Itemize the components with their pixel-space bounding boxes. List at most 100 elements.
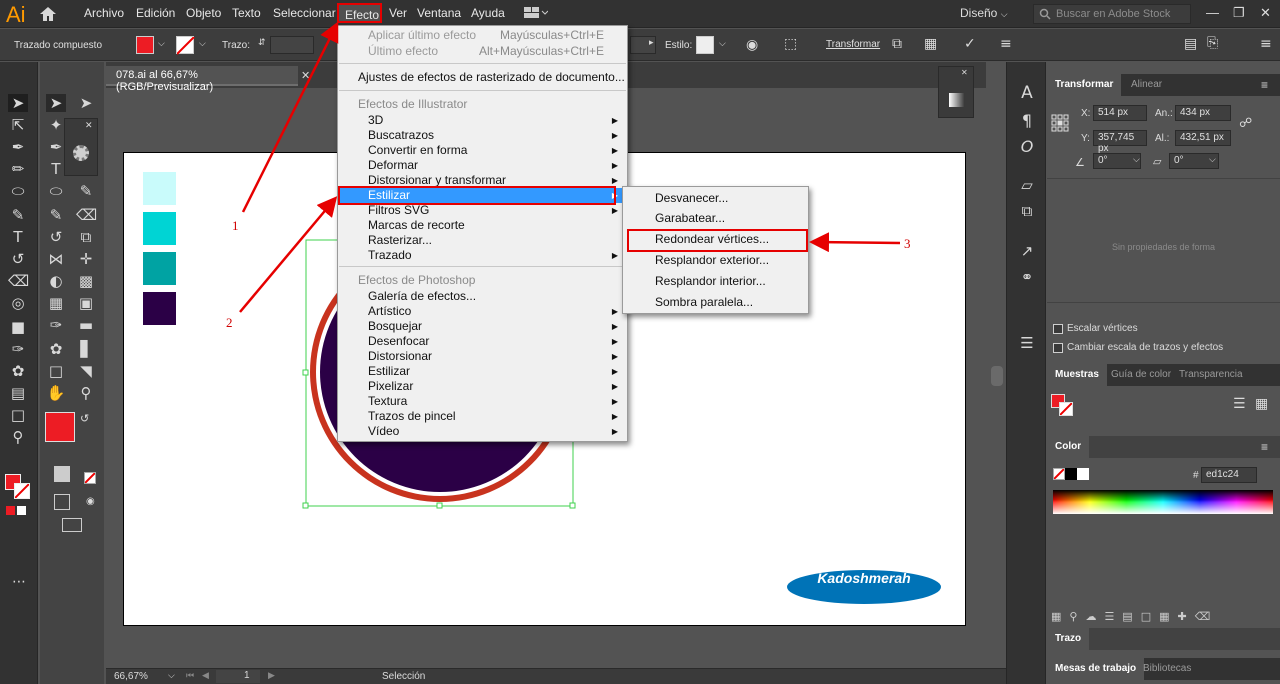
- submenu-item-garabatear[interactable]: Garabatear...: [624, 208, 807, 228]
- menu-item-artistico[interactable]: Artístico ▶: [339, 304, 626, 319]
- artboard-tool-icon[interactable]: □: [46, 362, 66, 380]
- tab-transparencia[interactable]: Transparencia: [1171, 364, 1251, 386]
- gradient-icon[interactable]: ■: [8, 318, 28, 336]
- chevron-right-icon[interactable]: ▸: [649, 38, 654, 48]
- chevron-down-icon[interactable]: ⌵: [199, 39, 206, 49]
- menu-item-estilizar-ps[interactable]: Estilizar ▶: [339, 364, 626, 379]
- menu-item-galeria[interactable]: Galería de efectos...: [339, 289, 626, 304]
- measure-icon[interactable]: ▬: [76, 316, 96, 334]
- blend-icon[interactable]: ▤: [8, 384, 28, 402]
- stroke-weight-field[interactable]: [270, 36, 314, 54]
- menu-texto[interactable]: Texto: [232, 6, 261, 20]
- w-field[interactable]: 434 px: [1175, 105, 1231, 121]
- cc-libraries-icon[interactable]: ⚭: [1017, 268, 1037, 286]
- ellipse-icon[interactable]: ⬭: [46, 182, 66, 200]
- menu-item-3d[interactable]: 3D ▶: [339, 113, 626, 128]
- menu-item-pixelizar[interactable]: Pixelizar ▶: [339, 379, 626, 394]
- eyedropper-icon[interactable]: ✑: [46, 316, 66, 334]
- chevron-down-icon[interactable]: ⌵: [1209, 155, 1216, 165]
- selection-tool-icon[interactable]: ➤: [46, 94, 66, 112]
- home-icon[interactable]: [38, 5, 58, 23]
- type-icon[interactable]: T: [46, 160, 66, 178]
- gradient-panel-icon[interactable]: [949, 93, 965, 107]
- mesh-icon[interactable]: ▦: [46, 294, 66, 312]
- rotate-icon[interactable]: ↺: [8, 250, 28, 268]
- tab-alinear[interactable]: Alinear: [1123, 74, 1170, 96]
- color-panel-title[interactable]: Color: [1047, 436, 1090, 458]
- x-field[interactable]: 514 px: [1093, 105, 1147, 121]
- first-page-icon[interactable]: ⏮: [186, 670, 194, 681]
- menu-item-deformar[interactable]: Deformar ▶: [339, 158, 626, 173]
- shape-builder-icon[interactable]: ◎: [8, 294, 28, 312]
- opentype-icon[interactable]: O: [1017, 138, 1037, 156]
- menu-item-trazos-pincel[interactable]: Trazos de pincel ▶: [339, 409, 626, 424]
- menu-archivo[interactable]: Archivo: [84, 6, 124, 20]
- align-icon[interactable]: ⬚: [784, 36, 797, 52]
- symbol-sprayer-icon[interactable]: ✿: [8, 362, 28, 380]
- submenu-item-desvanecer[interactable]: Desvanecer...: [624, 188, 807, 208]
- isolate-icon[interactable]: ⧉: [892, 36, 902, 52]
- fill-color-swatch[interactable]: [136, 36, 154, 54]
- zoom-icon[interactable]: ⚲: [8, 428, 28, 446]
- stroke-panel-title[interactable]: Trazo: [1047, 628, 1090, 650]
- menu-efecto[interactable]: Efecto: [337, 3, 382, 23]
- menu-ayuda[interactable]: Ayuda: [471, 6, 505, 20]
- magic-wand-icon[interactable]: ✦: [46, 116, 66, 134]
- screen-mode-icon[interactable]: ◉: [86, 496, 95, 507]
- menu-item-desenfocar[interactable]: Desenfocar ▶: [339, 334, 626, 349]
- next-page-icon[interactable]: ▶: [268, 670, 275, 681]
- artboard-icon[interactable]: ▦: [924, 36, 937, 52]
- stroke-color-swatch[interactable]: [176, 36, 195, 55]
- pen-icon[interactable]: ✒: [46, 138, 66, 156]
- menu-item-marcas-recorte[interactable]: Marcas de recorte: [339, 218, 626, 233]
- distribute-icon[interactable]: ▤: [1184, 36, 1197, 52]
- more-tools-icon[interactable]: ⋯: [12, 574, 26, 590]
- paintbrush-icon[interactable]: ✎: [76, 182, 96, 200]
- color-mode-icon[interactable]: [6, 506, 15, 515]
- submenu-item-resplandor-interior[interactable]: Resplandor interior...: [624, 271, 807, 291]
- submenu-item-resplandor-exterior[interactable]: Resplandor exterior...: [624, 250, 807, 270]
- hex-field[interactable]: ed1c24: [1201, 467, 1257, 483]
- close-button[interactable]: ✕: [1260, 5, 1271, 21]
- chevron-down-icon[interactable]: ⌵: [1133, 155, 1140, 165]
- direct-selection-icon[interactable]: ➤: [76, 94, 96, 112]
- perspective-icon[interactable]: ▩: [76, 272, 96, 290]
- none-icon[interactable]: [84, 472, 96, 484]
- reference-point-icon[interactable]: [1051, 114, 1069, 132]
- menu-item-distorsionar[interactable]: Distorsionar ▶: [339, 349, 626, 364]
- menu-seleccionar[interactable]: Seleccionar: [273, 6, 336, 20]
- prev-page-icon[interactable]: ◀: [202, 670, 209, 681]
- chevron-down-icon[interactable]: ⌵: [168, 670, 175, 681]
- links-icon[interactable]: ▱: [1017, 176, 1037, 194]
- swatch-stroke-icon[interactable]: [1059, 402, 1073, 416]
- menu-item-raster-settings[interactable]: Ajustes de efectos de rasterizado de doc…: [339, 70, 626, 85]
- chevron-down-icon[interactable]: ⌵: [158, 39, 165, 49]
- tab-muestras[interactable]: Muestras: [1047, 364, 1107, 386]
- close-icon[interactable]: ✕: [85, 121, 93, 131]
- panel-menu-icon[interactable]: ≡: [1260, 36, 1272, 52]
- menu-item-rasterizar[interactable]: Rasterizar...: [339, 233, 626, 248]
- selection-tool-icon[interactable]: ➤: [8, 94, 28, 112]
- none-color-icon[interactable]: [1053, 468, 1065, 480]
- column-graph-icon[interactable]: ▋: [76, 340, 96, 358]
- eraser-icon[interactable]: ⌫: [76, 206, 97, 224]
- list-view-icon[interactable]: ☰: [1233, 396, 1246, 412]
- menu-item-convertir-forma[interactable]: Convertir en forma ▶: [339, 143, 626, 158]
- pen-icon[interactable]: ✒: [8, 138, 28, 156]
- gradient-icon[interactable]: ▣: [76, 294, 96, 312]
- menu-edicion[interactable]: Edición: [136, 6, 175, 20]
- menu-item-textura[interactable]: Textura ▶: [339, 394, 626, 409]
- type-icon[interactable]: T: [8, 228, 28, 246]
- tab-mesas-trabajo[interactable]: Mesas de trabajo: [1047, 658, 1145, 680]
- tab-transformar[interactable]: Transformar: [1047, 74, 1122, 96]
- scale-strokes-checkbox[interactable]: [1053, 343, 1063, 353]
- shape-builder-icon[interactable]: ◐: [46, 272, 66, 290]
- slice-icon[interactable]: ◥: [76, 362, 96, 380]
- menu-item-last-effect[interactable]: Último efecto Alt+Mayúsculas+Ctrl+E: [339, 44, 626, 59]
- hand-icon[interactable]: ✋: [46, 384, 66, 402]
- submenu-item-sombra-paralela[interactable]: Sombra paralela...: [624, 292, 807, 312]
- menu-ver[interactable]: Ver: [389, 6, 407, 20]
- menu-objeto[interactable]: Objeto: [186, 6, 221, 20]
- menu-item-filtros-svg[interactable]: Filtros SVG ▶: [339, 203, 626, 218]
- tab-bibliotecas[interactable]: Bibliotecas: [1135, 658, 1199, 680]
